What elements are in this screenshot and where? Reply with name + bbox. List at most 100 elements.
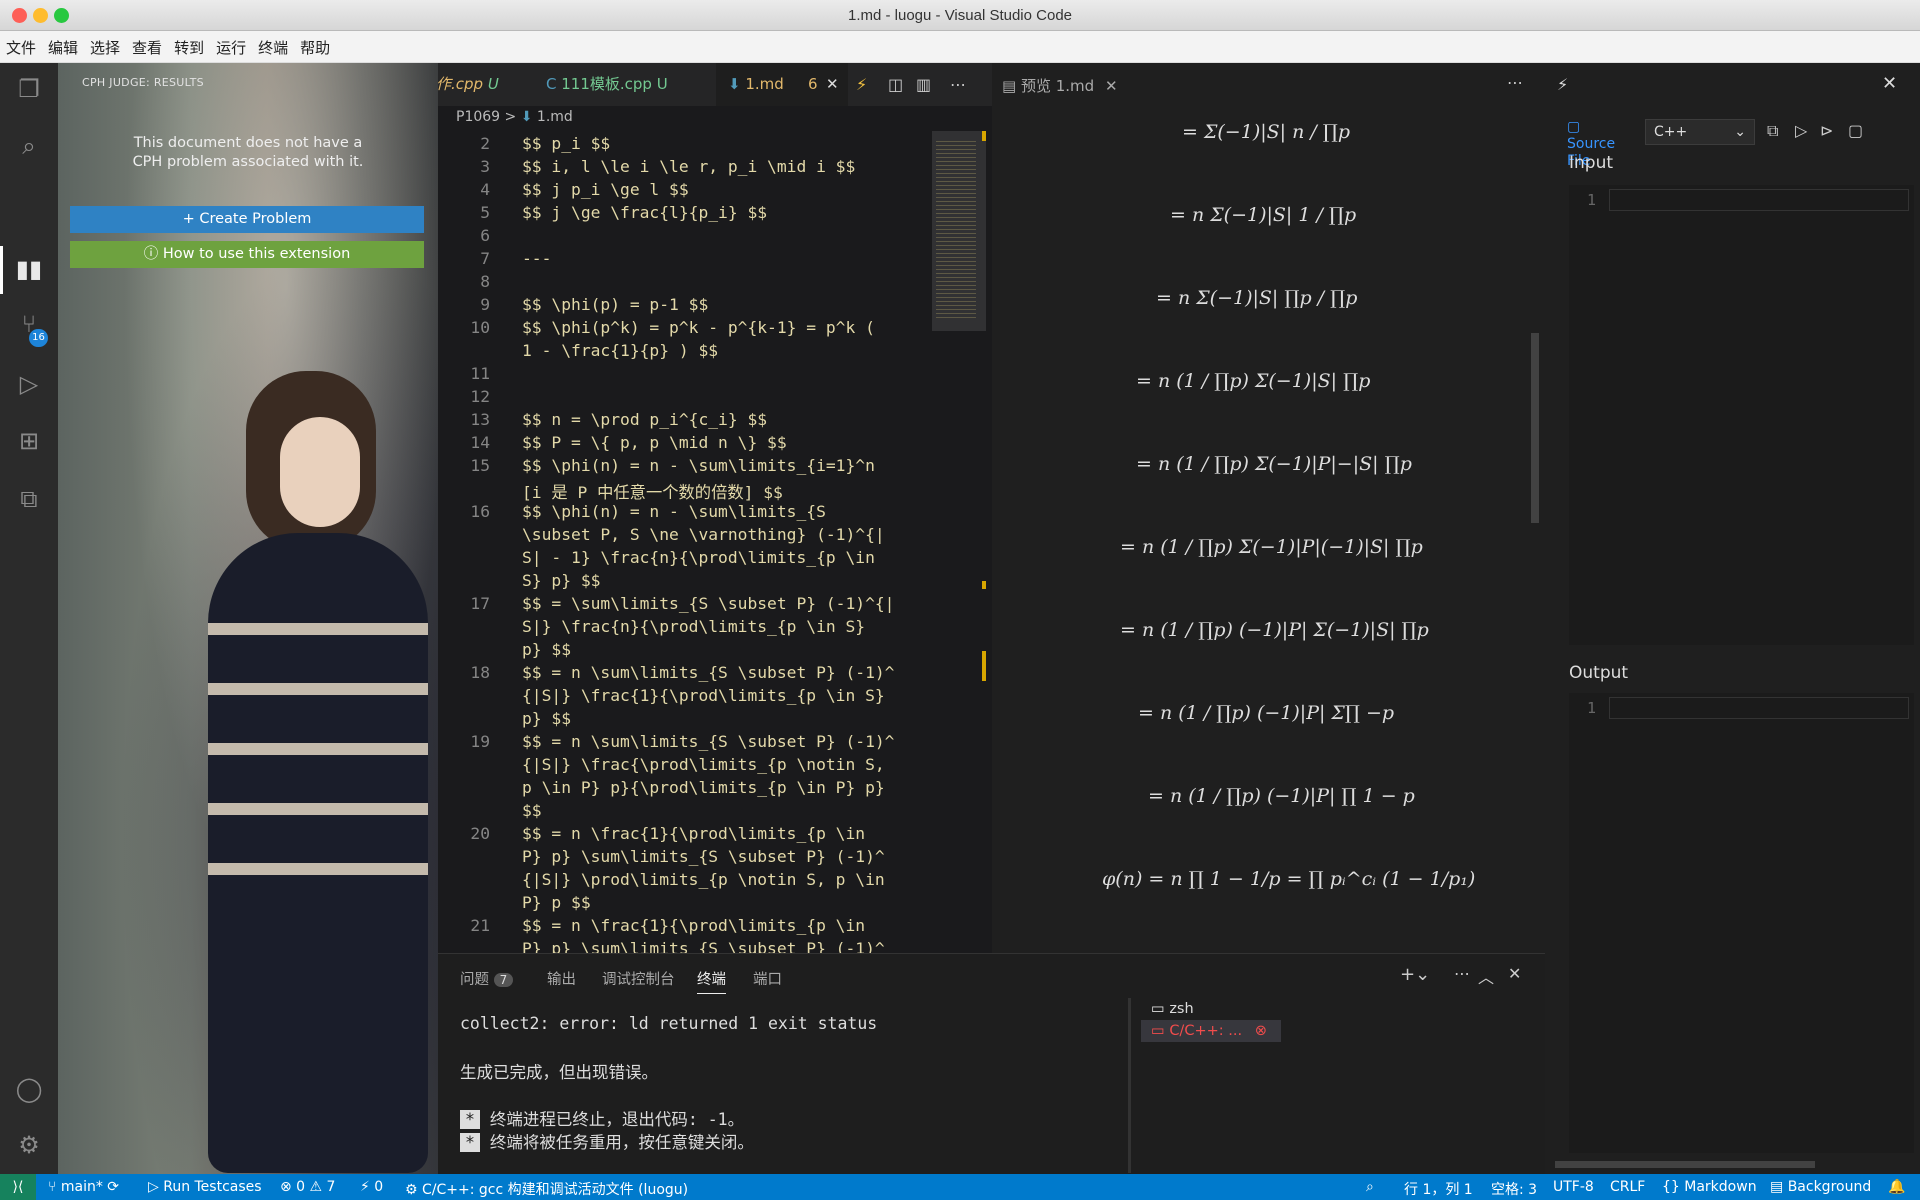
cursor-position[interactable]: 行 1，列 1 (1404, 1179, 1473, 1199)
menu-item[interactable]: 查看 (126, 31, 168, 58)
code-line: P} p} \sum\limits_{S \subset P} (-1)^ (522, 939, 885, 953)
math-content: = Σ(−1)|S| n / ∏p = n Σ(−1)|S| 1 / ∏p = n … (992, 109, 1545, 953)
extensions-icon[interactable]: ⊞ (13, 425, 45, 457)
line-number: 6 (480, 226, 490, 245)
tab-file-2[interactable]: C 111模板.cpp U (534, 63, 704, 106)
scm-badge: 16 (29, 329, 48, 347)
equation: = n (1 / ∏p) Σ(−1)|P|(−1)|S| ∏p (1120, 536, 1423, 558)
preview-icon: ▤ (1002, 77, 1017, 95)
background-toggle[interactable]: ▤ Background (1770, 1179, 1871, 1195)
code-line: p} $$ (522, 640, 572, 659)
close-panel-icon[interactable]: ✕ (1508, 964, 1521, 983)
ports-indicator[interactable]: ⚡ 0 (360, 1179, 383, 1195)
menu-item[interactable]: 帮助 (294, 31, 336, 58)
open-preview-icon[interactable]: ◫ (888, 75, 903, 94)
tab-problems[interactable]: 问题 7 (460, 968, 514, 989)
code-line: $$ = n \frac{1}{\prod\limits_{p \in (522, 916, 866, 935)
active-indicator (0, 246, 3, 294)
code-area[interactable]: 2 $$ p_i $$ 3 $$ i, l \le i \le r, p_i \mid… (438, 134, 938, 953)
close-tab-icon[interactable]: ✕ (826, 63, 839, 106)
run-testcases[interactable]: ▷ Run Testcases (148, 1179, 262, 1195)
new-terminal-icon[interactable]: +⌄ (1400, 964, 1430, 985)
language-select[interactable]: C++ ⌄ (1645, 119, 1755, 145)
preview-more-icon[interactable]: ⋯ (1507, 73, 1523, 92)
code-line: p} $$ (522, 709, 572, 728)
code-line: $$ n = \prod p_i^{c_i} $$ (522, 410, 768, 429)
encoding[interactable]: UTF-8 (1553, 1179, 1594, 1195)
copy-icon[interactable]: ⧉ (13, 483, 45, 515)
language-mode[interactable]: {} Markdown (1662, 1179, 1757, 1195)
run-icon[interactable]: ▷ (1795, 121, 1807, 140)
branch-indicator[interactable]: ⑂ main* ⟳ (48, 1179, 119, 1195)
line-number: 19 (470, 732, 490, 751)
search-icon[interactable]: ⌕ (13, 130, 45, 162)
line-number: 10 (470, 318, 490, 337)
run-all-icon[interactable]: ⊳ (1820, 121, 1833, 140)
menu-item[interactable]: 终端 (252, 31, 294, 58)
eol[interactable]: CRLF (1610, 1179, 1645, 1195)
line-number: 3 (480, 157, 490, 176)
stop-icon[interactable]: ▢ (1848, 121, 1863, 140)
run-cph-icon[interactable]: ⚡ (856, 75, 867, 94)
terminal-item-zsh[interactable]: ▭ zsh (1141, 998, 1541, 1020)
no-problem-message: This document does not have a CPH proble… (132, 135, 364, 170)
how-to-use-button[interactable]: ⓘ How to use this extension (70, 241, 424, 268)
line-number: 2 (480, 134, 490, 153)
cph-judge-icon[interactable]: ▮▮ (13, 253, 45, 285)
tab-terminal[interactable]: 终端 (697, 968, 726, 994)
close-panel-icon[interactable]: ✕ (1882, 73, 1897, 94)
account-icon[interactable]: ◯ (13, 1073, 45, 1105)
tab-file-1[interactable]: 作.cpp U (438, 63, 522, 106)
settings-gear-icon[interactable]: ⚙ (13, 1129, 45, 1161)
equation: = n (1 / ∏p) (−1)|P| Σ(−1)|S| ∏p (1120, 619, 1429, 641)
close-preview-icon[interactable]: ✕ (1105, 77, 1118, 95)
split-editor-icon[interactable]: ▥ (916, 75, 931, 94)
bottom-panel: 问题 7 输出 调试控制台 终端 端口 +⌄ ⋯ ︿ ✕ collect2: e… (438, 953, 1545, 1174)
terminal-line: collect2: error: ld returned 1 exit stat… (460, 1014, 878, 1033)
asterisk-marker: * (460, 1110, 480, 1129)
line-number: 14 (470, 433, 490, 452)
line-number: 18 (470, 663, 490, 682)
terminal-line: * 终端进程已终止，退出代码: -1。 (460, 1106, 744, 1130)
tab-ports[interactable]: 端口 (753, 968, 782, 989)
menu-item[interactable]: 编辑 (42, 31, 84, 58)
remote-icon[interactable]: ⟩⟨ (0, 1174, 36, 1200)
terminal-item-task[interactable]: ▭ C/C++: ... ⊗ (1141, 1020, 1281, 1042)
task-indicator[interactable]: ⚙ C/C++: gcc 构建和调试活动文件 (luogu) (405, 1179, 688, 1199)
menu-item[interactable]: 转到 (168, 31, 210, 58)
sidebar-header: CPH JUDGE: RESULTS (82, 76, 204, 89)
minimap[interactable] (932, 131, 990, 951)
preview-tab[interactable]: ▤ 预览 1.md ✕ (1002, 75, 1118, 96)
indentation[interactable]: 空格: 3 (1491, 1179, 1537, 1199)
explorer-icon[interactable]: ❐ (13, 73, 45, 105)
menu-item[interactable]: 运行 (210, 31, 252, 58)
menu-item[interactable]: 选择 (84, 31, 126, 58)
output-editor[interactable]: 1 (1569, 693, 1914, 1153)
zoom-icon[interactable]: ⌕ (1366, 1179, 1374, 1195)
tab-output[interactable]: 输出 (547, 968, 576, 989)
terminal-line: * 终端将被任务重用，按任意键关闭。 (460, 1129, 754, 1153)
problems-indicator[interactable]: ⊗ 0 ⚠ 7 (280, 1179, 335, 1195)
tab-debug-console[interactable]: 调试控制台 (602, 968, 675, 989)
menu-item[interactable]: 文件 (0, 31, 42, 58)
cph-sidebar: CPH JUDGE: RESULTS This document does no… (58, 63, 438, 1174)
notifications-icon[interactable]: 🔔 (1888, 1179, 1905, 1195)
run-debug-icon[interactable]: ▷ (13, 368, 45, 400)
breadcrumb: P1069 > ⬇ 1.md (456, 109, 573, 125)
new-testcase-icon[interactable]: ⧉ (1767, 121, 1778, 141)
line-number: 11 (470, 364, 490, 383)
cph-logo-icon: ⚡ (1557, 75, 1569, 94)
terminal-divider (1128, 998, 1131, 1173)
cph-scrollbar[interactable] (1555, 1161, 1815, 1168)
input-editor[interactable]: 1 (1569, 185, 1914, 645)
panel-more-icon[interactable]: ⋯ (1454, 964, 1470, 983)
code-line: $$ = n \sum\limits_{S \subset P} (-1)^ (522, 663, 895, 682)
menu-bar: 文件 编辑 选择 查看 转到 运行 终端 帮助 (0, 31, 1920, 63)
code-line: $$ = n \sum\limits_{S \subset P} (-1)^ (522, 732, 895, 751)
maximize-panel-icon[interactable]: ︿ (1478, 964, 1494, 988)
code-line: {|S|} \frac{\prod\limits_{p \notin S, (522, 755, 885, 774)
more-actions-icon[interactable]: ⋯ (950, 75, 966, 94)
tab-1-md[interactable]: ⬇ 1.md 6 ✕ (716, 63, 848, 106)
create-problem-button[interactable]: + Create Problem (70, 206, 424, 233)
code-line: S} p} $$ (522, 571, 601, 590)
